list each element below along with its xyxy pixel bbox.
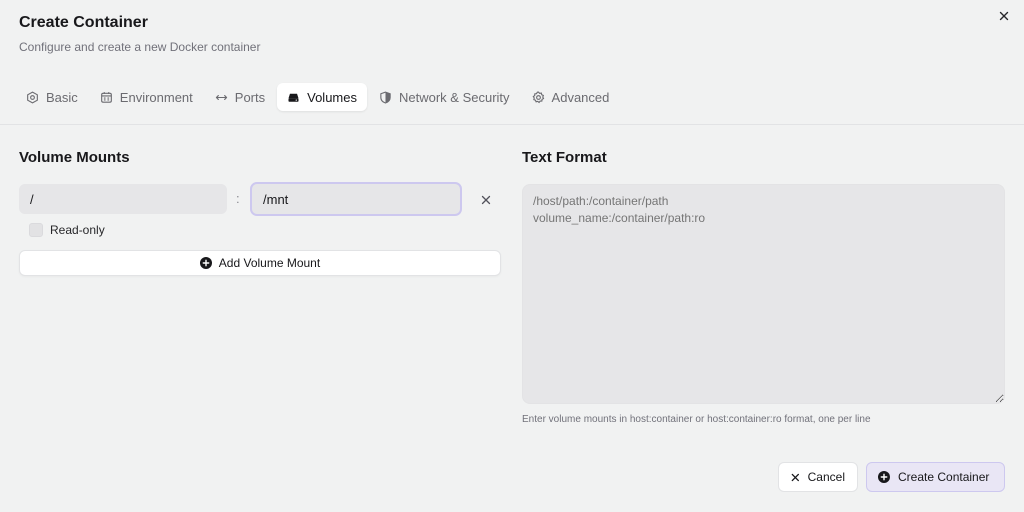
hard-drive-icon [288,93,299,102]
create-container-button[interactable]: Create Container [866,462,1005,492]
volume-text-format-textarea[interactable] [522,184,1005,404]
tab-environment-label: Environment [119,89,193,105]
tab-bar: Basic Environment Ports Volumes Network … [16,83,621,111]
container-path-input[interactable] [250,182,462,216]
cancel-button[interactable]: Cancel [778,462,858,492]
close-icon [481,195,491,205]
read-only-checkbox[interactable] [29,223,43,237]
create-container-dialog: Create Container Configure and create a … [0,0,1024,512]
remove-mount-button[interactable] [478,192,494,208]
shield-icon [380,91,391,104]
close-icon [999,11,1009,21]
tab-environment[interactable]: Environment [90,83,203,111]
dialog-title: Create Container [19,14,148,31]
add-volume-mount-button[interactable]: Add Volume Mount [19,250,501,276]
dialog-subtitle: Configure and create a new Docker contai… [19,40,261,54]
close-button[interactable] [996,8,1012,24]
text-format-title: Text Format [522,149,607,166]
tab-advanced-label: Advanced [551,89,610,105]
tab-ports[interactable]: Ports [205,83,275,111]
volume-mounts-title: Volume Mounts [19,149,130,166]
add-volume-mount-label: Add Volume Mount [218,256,321,270]
tab-volumes-label: Volumes [307,89,357,105]
gear-icon [532,91,544,103]
tab-basic-label: Basic [46,89,78,105]
read-only-label: Read-only [50,223,105,237]
tab-basic[interactable]: Basic [16,83,88,111]
tab-network-security[interactable]: Network & Security [369,83,520,111]
tab-network-security-label: Network & Security [399,89,510,105]
arrows-horizontal-icon [215,94,227,100]
tab-ports-label: Ports [234,89,266,105]
tab-volumes[interactable]: Volumes [277,83,367,111]
mount-separator: : [236,191,240,206]
plus-circle-icon [199,257,212,269]
close-icon [791,473,799,481]
tab-divider [0,124,1024,125]
plus-circle-icon [878,471,890,483]
env-icon [100,91,112,103]
tab-advanced[interactable]: Advanced [522,83,620,111]
cube-icon [27,90,38,104]
create-container-label: Create Container [898,470,990,484]
host-path-input[interactable] [19,184,227,214]
cancel-label: Cancel [807,470,845,484]
text-format-help: Enter volume mounts in host:container or… [522,414,871,425]
